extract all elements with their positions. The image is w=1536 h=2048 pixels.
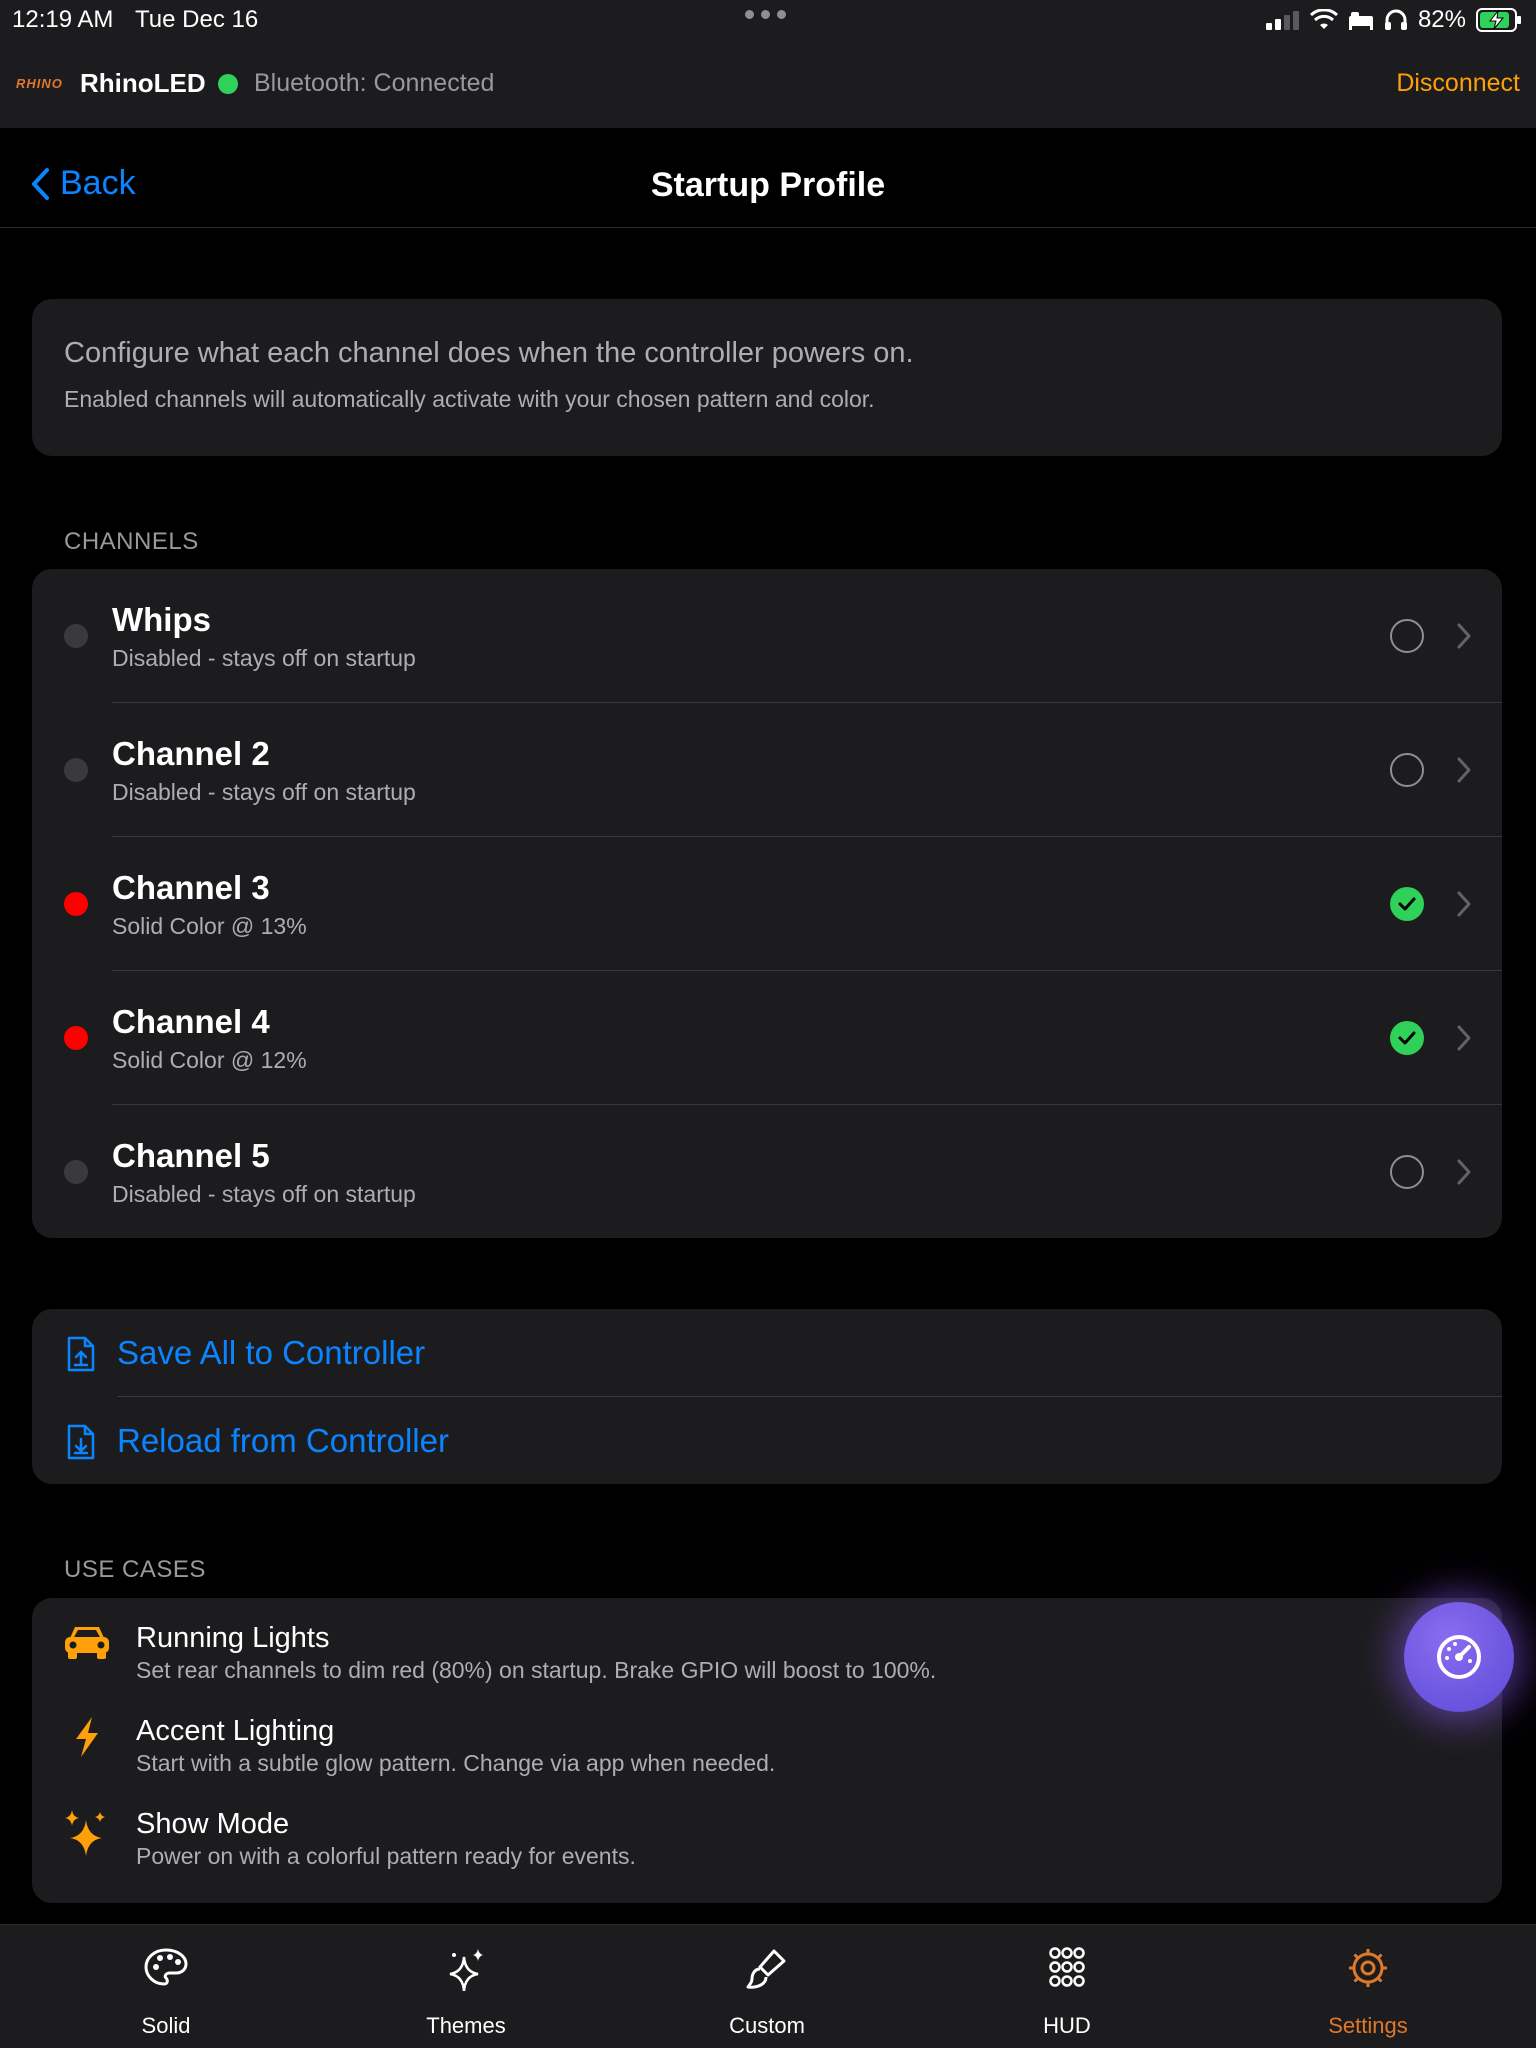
channels-section-label: CHANNELS — [64, 528, 199, 555]
save-all-label: Save All to Controller — [117, 1334, 426, 1371]
status-time: 12:19 AM — [12, 6, 114, 33]
use-cases-section-label: USE CASES — [64, 1556, 206, 1583]
battery-percent: 82% — [1417, 6, 1466, 33]
wifi-icon — [1309, 9, 1338, 29]
channel-row[interactable]: Whips Disabled - stays off on startup — [32, 569, 1502, 703]
channel-color-dot — [64, 624, 88, 648]
status-bar: 12:19 AM Tue Dec 16 82% — [0, 0, 1536, 40]
multitasking-dots-icon[interactable] — [745, 10, 786, 19]
bluetooth-status: Bluetooth: Connected — [254, 69, 495, 97]
channel-color-dot — [64, 892, 88, 916]
tab-solid[interactable]: Solid — [66, 1925, 266, 2048]
chevron-right-icon — [1457, 623, 1471, 649]
headphones-icon — [1384, 9, 1407, 30]
use-case-running-lights: Running Lights Set rear channels to dim … — [32, 1598, 1502, 1691]
checkmark-circle-icon[interactable] — [1390, 887, 1424, 921]
reload-button[interactable]: Reload from Controller — [32, 1397, 1502, 1484]
save-all-button[interactable]: Save All to Controller — [32, 1309, 1502, 1397]
bolt-icon — [76, 1717, 98, 1757]
channel-status: Disabled - stays off on startup — [112, 779, 416, 805]
empty-circle-icon[interactable] — [1390, 1155, 1424, 1189]
brush-icon — [746, 1949, 786, 1989]
use-case-accent-lighting: Accent Lighting Start with a subtle glow… — [32, 1691, 1502, 1784]
reload-label: Reload from Controller — [117, 1422, 449, 1459]
disconnect-button[interactable]: Disconnect — [1396, 69, 1520, 98]
sparkle-icon — [449, 1949, 483, 1991]
tab-label: Themes — [426, 2013, 506, 2038]
channel-name: Whips — [112, 601, 211, 638]
tab-label: Custom — [729, 2013, 805, 2038]
battery-charging-icon — [1476, 8, 1521, 32]
channel-name: Channel 4 — [112, 1003, 270, 1040]
sparkles-icon — [65, 1810, 105, 1856]
channel-status: Disabled - stays off on startup — [112, 645, 416, 671]
channel-color-dot — [64, 1160, 88, 1184]
channel-name: Channel 5 — [112, 1137, 270, 1174]
channel-status: Disabled - stays off on startup — [112, 1181, 416, 1207]
channel-color-dot — [64, 758, 88, 782]
app-name: RhinoLED — [80, 68, 206, 98]
channel-row[interactable]: Channel 5 Disabled - stays off on startup — [32, 1105, 1502, 1238]
use-case-subtitle: Set rear channels to dim red (80%) on st… — [136, 1657, 937, 1683]
empty-circle-icon[interactable] — [1390, 753, 1424, 787]
chevron-right-icon — [1457, 1025, 1471, 1051]
connection-header: RHINO RhinoLED Bluetooth: Connected Disc… — [0, 40, 1536, 128]
gear-icon — [1349, 1949, 1387, 1987]
channel-name: Channel 3 — [112, 869, 270, 906]
cellular-signal-icon — [1265, 11, 1299, 30]
channels-list: Whips Disabled - stays off on startup Chan… — [32, 569, 1502, 1238]
tab-label: Solid — [141, 2013, 191, 2038]
channel-status: Solid Color @ 12% — [112, 1047, 307, 1073]
sleep-bed-icon — [1348, 12, 1373, 30]
palette-icon — [144, 1948, 188, 1986]
chevron-right-icon — [1457, 1159, 1471, 1185]
doc-upload-icon — [67, 1336, 95, 1372]
use-cases-card: Running Lights Set rear channels to dim … — [32, 1598, 1502, 1903]
page-title: Startup Profile — [650, 166, 886, 204]
channel-name: Channel 2 — [112, 735, 270, 772]
channel-row[interactable]: Channel 4 Solid Color @ 12% — [32, 971, 1502, 1105]
speedometer-icon — [1437, 1635, 1481, 1679]
use-case-title: Show Mode — [136, 1808, 290, 1840]
hud-floating-button[interactable] — [1404, 1602, 1514, 1712]
tab-hud[interactable]: HUD — [967, 1925, 1167, 2048]
info-title: Configure what each channel does when th… — [64, 337, 914, 369]
tab-settings[interactable]: Settings — [1268, 1925, 1468, 2048]
rhino-logo: RHINO — [16, 76, 63, 91]
channel-row[interactable]: Channel 2 Disabled - stays off on startup — [32, 703, 1502, 837]
chevron-right-icon — [1457, 757, 1471, 783]
tab-label: HUD — [1043, 2013, 1091, 2038]
use-case-show-mode: Show Mode Power on with a colorful patte… — [32, 1784, 1502, 1877]
nav-bar: Back Startup Profile — [0, 128, 1536, 228]
tab-label: Settings — [1328, 2013, 1408, 2038]
tab-bar: Solid Themes Custom HUD Settings — [0, 1924, 1536, 2048]
channel-color-dot — [64, 1026, 88, 1050]
use-case-subtitle: Power on with a colorful pattern ready f… — [136, 1843, 636, 1869]
car-icon — [65, 1627, 109, 1659]
use-case-title: Accent Lighting — [136, 1715, 335, 1747]
chevron-right-icon — [1457, 891, 1471, 917]
channel-status: Solid Color @ 13% — [112, 913, 307, 939]
bluetooth-status-dot — [218, 74, 238, 94]
grid-dots-icon — [1049, 1947, 1085, 1987]
info-subtitle: Enabled channels will automatically acti… — [64, 386, 875, 412]
info-card: Configure what each channel does when th… — [32, 299, 1502, 456]
checkmark-circle-icon[interactable] — [1390, 1021, 1424, 1055]
empty-circle-icon[interactable] — [1390, 619, 1424, 653]
use-case-title: Running Lights — [136, 1622, 330, 1654]
actions-card: Save All to Controller Reload from Contr… — [32, 1309, 1502, 1484]
doc-download-icon — [67, 1424, 95, 1460]
tab-custom[interactable]: Custom — [667, 1925, 867, 2048]
tab-themes[interactable]: Themes — [366, 1925, 566, 2048]
channel-row[interactable]: Channel 3 Solid Color @ 13% — [32, 837, 1502, 971]
status-date: Tue Dec 16 — [135, 6, 259, 33]
use-case-subtitle: Start with a subtle glow pattern. Change… — [136, 1750, 776, 1776]
